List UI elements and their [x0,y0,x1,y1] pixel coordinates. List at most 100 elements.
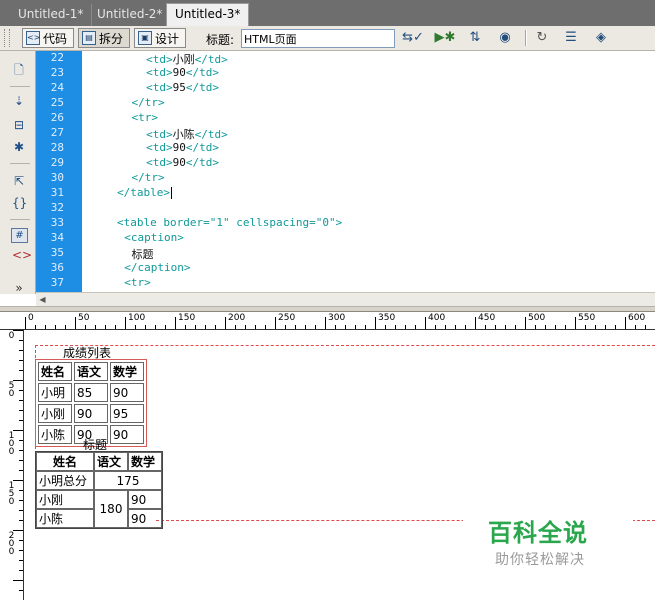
table-cell-merged[interactable]: 180 [94,490,128,528]
ruler-tick [645,325,646,329]
browser-check-icon[interactable]: ◉ [493,30,517,46]
table-cell-merged[interactable]: 175 [94,471,162,490]
ruler-tick [145,325,146,329]
ruler-tick [315,325,316,329]
more-icon[interactable]: » [12,281,26,295]
code-line: <td>95</td> [146,81,219,94]
ruler-tick [415,325,416,329]
code-view-button[interactable]: <> 代码 [22,28,74,48]
table-header-cell[interactable]: 姓名 [38,362,72,381]
coding-toolbar-separator [10,163,30,164]
ruler-tick [13,380,23,381]
ruler-label: 150 [178,313,196,323]
table-header-cell[interactable]: 数学 [110,362,144,381]
ruler-tick [255,325,256,329]
ruler-label: 400 [428,313,446,323]
ruler-tick [19,450,23,451]
view-options-icon[interactable]: ☰ [559,30,583,46]
total-score-table[interactable]: 姓名 语文 数学 小明总分 175 小刚 180 90 小陈 90 [35,451,163,529]
ruler-label: 250 [278,313,296,323]
select-parent-tag-icon[interactable]: ⇱ [12,174,26,188]
document-toolbar: <> 代码 ▤ 拆分 ▣ 设计 标题: ⇆✓ ▶✱ ⇅ ◉ ↻ ☰ ◈ [0,26,655,51]
code-line: <td>小陈</td> [146,128,228,141]
ruler-label: 0 [28,313,34,323]
title-input[interactable] [241,29,395,48]
code-line: <td>90</td> [146,66,219,79]
code-line: 标题 [131,248,154,261]
visual-aids-icon[interactable]: ◈ [589,30,613,46]
file-management-icon[interactable]: ⇅ [463,30,487,46]
ruler-tick [245,325,246,329]
ruler-tick [19,550,23,551]
balance-braces-icon[interactable]: {} [12,196,27,210]
design-view-button[interactable]: ▣ 设计 [134,28,186,48]
table-cell[interactable]: 90 [110,383,144,402]
refresh-icon[interactable]: ↻ [533,30,551,46]
collapse-selection-icon[interactable]: ⊟ [12,118,26,132]
ruler-tick [405,325,406,329]
ruler-tick [19,460,23,461]
ruler-tick [465,325,466,329]
ruler-tick [19,360,23,361]
line-number: 28 [50,141,64,154]
title-label: 标题: [206,33,235,47]
code-line: <caption> [124,231,184,244]
watermark-title: 百科全说 [488,519,588,547]
table-cell[interactable]: 小明总分 [36,471,94,490]
split-view-button[interactable]: ▤ 拆分 [78,28,130,48]
line-number: 30 [50,171,64,184]
table-header-cell[interactable]: 姓名 [36,452,94,471]
ruler-tick [195,325,196,329]
ruler-tick [115,325,116,329]
collapse-tag-icon[interactable]: ⇣ [12,94,26,108]
line-numbers-icon[interactable]: # [11,228,28,243]
ruler-tick [295,325,296,329]
ruler-tick [125,317,126,329]
table-header-cell[interactable]: 数学 [128,452,162,471]
table-cell[interactable]: 90 [128,490,162,509]
expand-all-icon[interactable]: ✱ [12,140,26,154]
line-number: 23 [50,66,64,79]
tab-untitled-3[interactable]: Untitled-3* [166,3,250,26]
tab-untitled-2[interactable]: Untitled-2* [89,4,172,26]
preview-debug-icon[interactable]: ▶✱ [433,30,457,46]
ruler-tick [19,400,23,401]
table-cell[interactable]: 小明 [38,383,72,402]
horizontal-scrollbar[interactable]: ◀ [36,292,655,306]
validate-icon[interactable]: ⇆✓ [401,30,425,46]
score-table[interactable]: 姓名 语文 数学 小明 85 90 小刚 90 95 小陈 90 90 [35,359,147,447]
table-header-cell[interactable]: 语文 [94,452,128,471]
coding-toolbar: 🗋 ⇣ ⊟ ✱ ⇱ {} # <> » [0,51,36,295]
table-header-cell[interactable]: 语文 [74,362,108,381]
ruler-label: 100 [8,431,15,457]
table-cell[interactable]: 小陈 [36,509,94,528]
watermark: 百科全说 助你轻松解决 [463,505,633,569]
toolbar-grip[interactable] [4,29,10,47]
table-cell[interactable]: 85 [74,383,108,402]
ruler-tick [425,317,426,329]
ruler-label: 200 [228,313,246,323]
ruler-tick [265,325,266,329]
ruler-label: 200 [8,531,15,557]
open-documents-icon[interactable]: 🗋 [12,63,26,77]
ruler-tick [95,325,96,329]
ruler-tick [635,325,636,329]
ruler-tick [13,480,23,481]
ruler-tick [505,325,506,329]
table-cell[interactable]: 小刚 [36,490,94,509]
ruler-tick [19,390,23,391]
ruler-tick [19,510,23,511]
scroll-left-icon[interactable]: ◀ [36,293,49,306]
tab-untitled-1[interactable]: Untitled-1* [10,4,93,26]
table-cell[interactable]: 95 [110,404,144,423]
ruler-tick [35,325,36,329]
split-view-icon: ▤ [82,31,96,45]
highlight-invalid-icon[interactable]: <> [12,248,32,262]
line-number: 29 [50,156,64,169]
table-cell[interactable]: 小刚 [38,404,72,423]
table-cell[interactable]: 90 [74,404,108,423]
ruler-tick [45,325,46,329]
code-editor[interactable]: <td>小刚</td> <td>90</td> <td>95</td> </tr> <t… [82,51,655,292]
ruler-tick [105,325,106,329]
table-cell[interactable]: 90 [128,509,162,528]
